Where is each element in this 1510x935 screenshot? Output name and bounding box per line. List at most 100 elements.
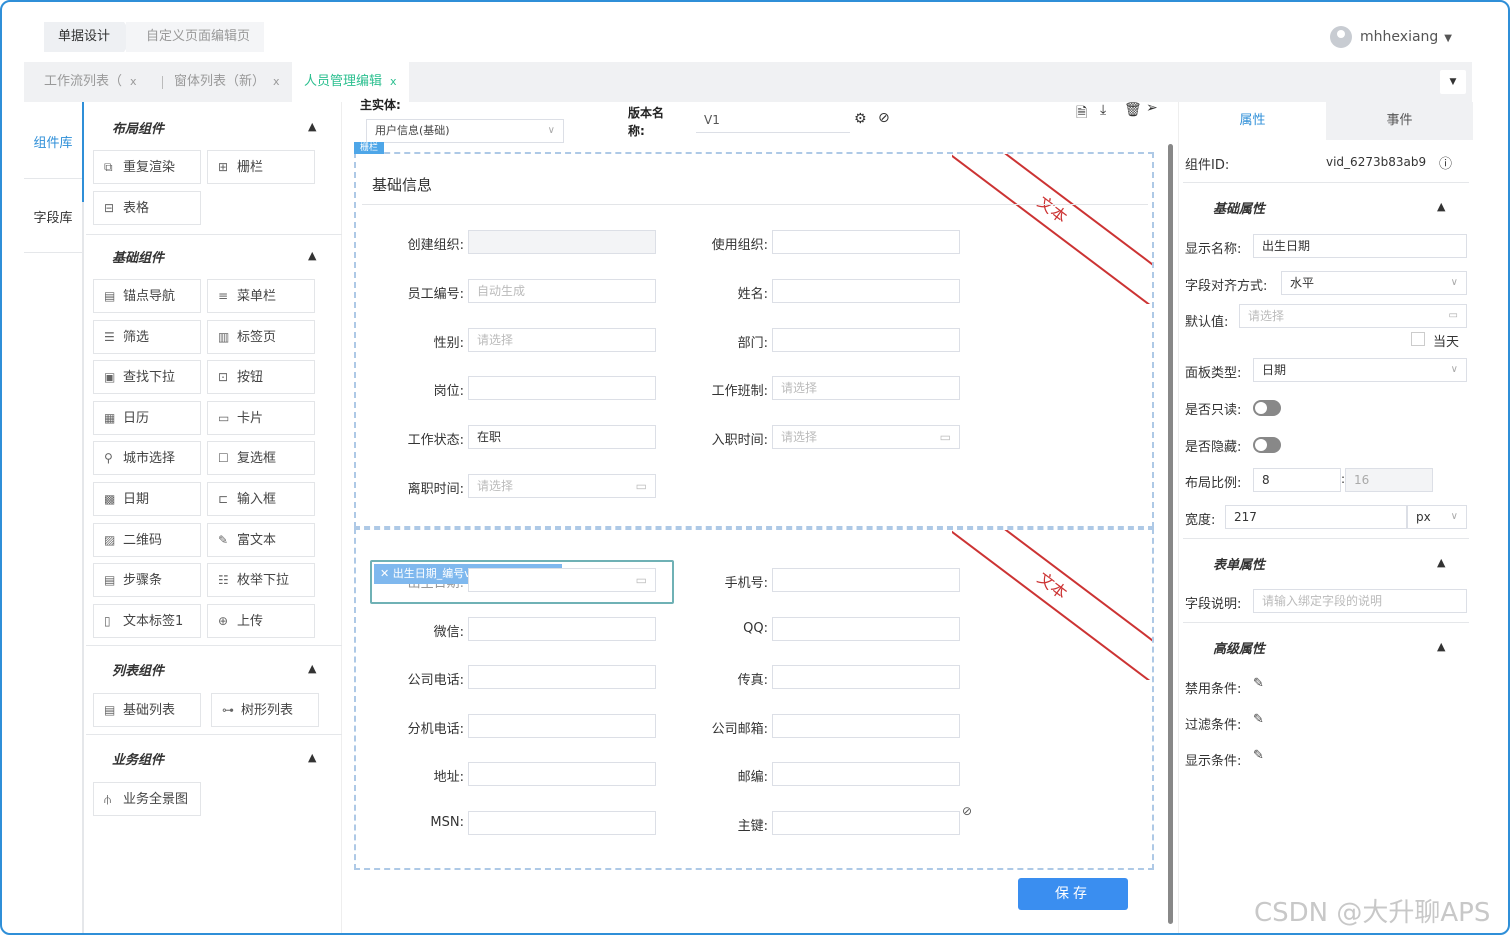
- comp-table[interactable]: ⊟ 表格: [93, 191, 201, 225]
- fence-block-basic-info[interactable]: 栅栏 文本 基础信息 创建组织: 使用组织: 员工编号: 自动生成 姓名: 性别: 请选择 部…: [354, 142, 1154, 528]
- ratio-value-input[interactable]: 16: [1345, 468, 1433, 492]
- form-input[interactable]: 在职: [468, 425, 656, 450]
- fence-block-contact[interactable]: 文本 出生日期: ✕ 出生日期_编号vid_6273b83ab9 ▭手机号:微信…: [354, 528, 1154, 870]
- comp-basic-item[interactable]: ▥ 标签页: [207, 319, 315, 354]
- download-icon[interactable]: ⤓: [1100, 102, 1106, 118]
- comp-basic-item[interactable]: ▤ 锚点导航: [93, 279, 201, 313]
- chevron-up-icon[interactable]: ▲: [1437, 556, 1445, 569]
- save-button[interactable]: 保存: [1018, 878, 1128, 910]
- form-input[interactable]: 请选择: [772, 376, 960, 401]
- close-icon[interactable]: x: [390, 75, 397, 88]
- chevron-up-icon[interactable]: ▲: [1437, 200, 1445, 213]
- comp-basic-item[interactable]: ⊡ 按钮: [207, 360, 315, 395]
- tab-workflow-list[interactable]: 工作流列表（ x: [44, 62, 137, 102]
- canvas-scrollbar[interactable]: [1168, 144, 1173, 924]
- hidden-toggle[interactable]: [1253, 437, 1281, 453]
- comp-basic-item[interactable]: ☷ 枚举下拉: [207, 563, 315, 598]
- form-input[interactable]: [468, 616, 656, 641]
- field-desc-input[interactable]: 请输入绑定字段的说明: [1253, 589, 1467, 613]
- chevron-up-icon[interactable]: ▲: [308, 249, 316, 262]
- comp-basic-item[interactable]: ☰ 筛选: [93, 319, 201, 354]
- comp-basic-item[interactable]: ✎ 富文本: [207, 522, 315, 557]
- ratio-label-input[interactable]: 8: [1253, 468, 1341, 492]
- default-value-picker[interactable]: 请选择 ▭: [1239, 304, 1467, 328]
- send-icon[interactable]: ➢: [1146, 100, 1158, 116]
- close-icon[interactable]: x: [273, 75, 280, 88]
- eye-off-icon[interactable]: ⊘: [962, 804, 972, 818]
- save-icon[interactable]: 🗎: [1076, 102, 1087, 126]
- trash-icon[interactable]: 🗑: [1124, 102, 1142, 118]
- comp-basic-item[interactable]: ≡ 菜单栏: [207, 279, 315, 313]
- gear-icon[interactable]: ⚙: [854, 111, 867, 127]
- form-input[interactable]: 请选择: [468, 327, 656, 352]
- form-input[interactable]: [468, 376, 656, 401]
- comp-basic-item[interactable]: ⚲ 城市选择: [93, 441, 201, 476]
- form-input[interactable]: [772, 811, 960, 835]
- chevron-down-icon: ∨: [1450, 511, 1458, 522]
- form-input[interactable]: [772, 568, 960, 592]
- panel-type-select[interactable]: 日期 ∨: [1253, 358, 1467, 382]
- comp-basic-item[interactable]: ⊕ 上传: [207, 603, 315, 638]
- rail-field-lib[interactable]: 字段库: [24, 207, 82, 226]
- user-menu[interactable]: mhhexiang ▼: [1330, 22, 1452, 52]
- width-input[interactable]: 217: [1225, 505, 1407, 529]
- comp-basic-item[interactable]: ☐ 复选框: [207, 441, 315, 476]
- edit-icon[interactable]: ✎: [1253, 712, 1264, 727]
- comp-basic-list[interactable]: ▤ 基础列表: [93, 693, 201, 727]
- tab-form-list[interactable]: 窗体列表（新） x: [174, 62, 280, 102]
- align-select[interactable]: 水平 ∨: [1281, 271, 1467, 295]
- form-input[interactable]: [772, 713, 960, 738]
- comp-basic-item[interactable]: ▭ 卡片: [207, 400, 315, 435]
- form-input[interactable]: [468, 713, 656, 738]
- form-input[interactable]: [468, 811, 656, 835]
- form-input[interactable]: [468, 665, 656, 690]
- edit-icon[interactable]: ✎: [1253, 748, 1264, 763]
- width-unit-select[interactable]: px ∨: [1407, 505, 1467, 529]
- form-input[interactable]: [772, 278, 960, 303]
- chevron-up-icon[interactable]: ▲: [308, 662, 316, 675]
- basic-props-title: 基础属性: [1213, 202, 1266, 217]
- ban-icon[interactable]: ⊘: [878, 110, 890, 126]
- tab-properties[interactable]: 属性: [1179, 102, 1326, 140]
- component-icon: ▣: [104, 370, 116, 385]
- breadcrumb-custom-page[interactable]: 自定义页面编辑页: [126, 22, 265, 52]
- chevron-up-icon[interactable]: ▲: [308, 120, 316, 133]
- form-input[interactable]: [468, 230, 656, 254]
- main-entity-select[interactable]: 用户信息(基础) ∨: [366, 119, 564, 143]
- form-input[interactable]: [772, 762, 960, 787]
- form-input[interactable]: [772, 616, 960, 641]
- form-input[interactable]: [772, 327, 960, 352]
- comp-business-panorama[interactable]: ⫛ 业务全景图: [93, 782, 201, 816]
- form-input[interactable]: 自动生成: [468, 278, 656, 303]
- comp-basic-item[interactable]: ▯ 文本标签1: [93, 603, 201, 638]
- tabs-dropdown-icon[interactable]: ▼: [1440, 70, 1466, 94]
- breadcrumb-form-design[interactable]: 单据设计: [44, 22, 135, 52]
- version-input[interactable]: V1: [696, 107, 850, 133]
- comp-basic-item[interactable]: ▩ 日期: [93, 482, 201, 516]
- tab-events[interactable]: 事件: [1326, 102, 1473, 140]
- comp-fence[interactable]: ⊞ 栅栏: [207, 150, 315, 184]
- comp-basic-item[interactable]: ⊏ 输入框: [207, 482, 315, 516]
- comp-basic-item[interactable]: ▦ 日历: [93, 400, 201, 435]
- chevron-up-icon[interactable]: ▲: [308, 751, 316, 764]
- close-icon[interactable]: ✕: [380, 567, 393, 580]
- comp-basic-item[interactable]: ▣ 查找下拉: [93, 360, 201, 395]
- comp-basic-item[interactable]: ▨ 二维码: [93, 522, 201, 557]
- info-icon[interactable]: ⓘ: [1439, 153, 1452, 172]
- form-input[interactable]: ▭: [468, 568, 656, 592]
- edit-icon[interactable]: ✎: [1253, 676, 1264, 691]
- form-input[interactable]: [772, 230, 960, 254]
- comp-tree-list[interactable]: ⊶ 树形列表: [211, 693, 319, 727]
- form-input[interactable]: 请选择 ▭: [772, 425, 960, 450]
- display-name-input[interactable]: 出生日期: [1253, 234, 1467, 258]
- today-checkbox[interactable]: [1411, 332, 1425, 346]
- comp-basic-item[interactable]: ▤ 步骤条: [93, 563, 201, 598]
- chevron-up-icon[interactable]: ▲: [1437, 640, 1445, 653]
- comp-repeat-render[interactable]: ⧉ 重复渲染: [93, 150, 201, 184]
- rail-component-lib[interactable]: 组件库: [24, 132, 82, 151]
- form-input[interactable]: [468, 762, 656, 787]
- form-input[interactable]: [772, 665, 960, 690]
- close-icon[interactable]: x: [130, 75, 137, 88]
- readonly-toggle[interactable]: [1253, 400, 1281, 416]
- form-input[interactable]: 请选择 ▭: [468, 474, 656, 498]
